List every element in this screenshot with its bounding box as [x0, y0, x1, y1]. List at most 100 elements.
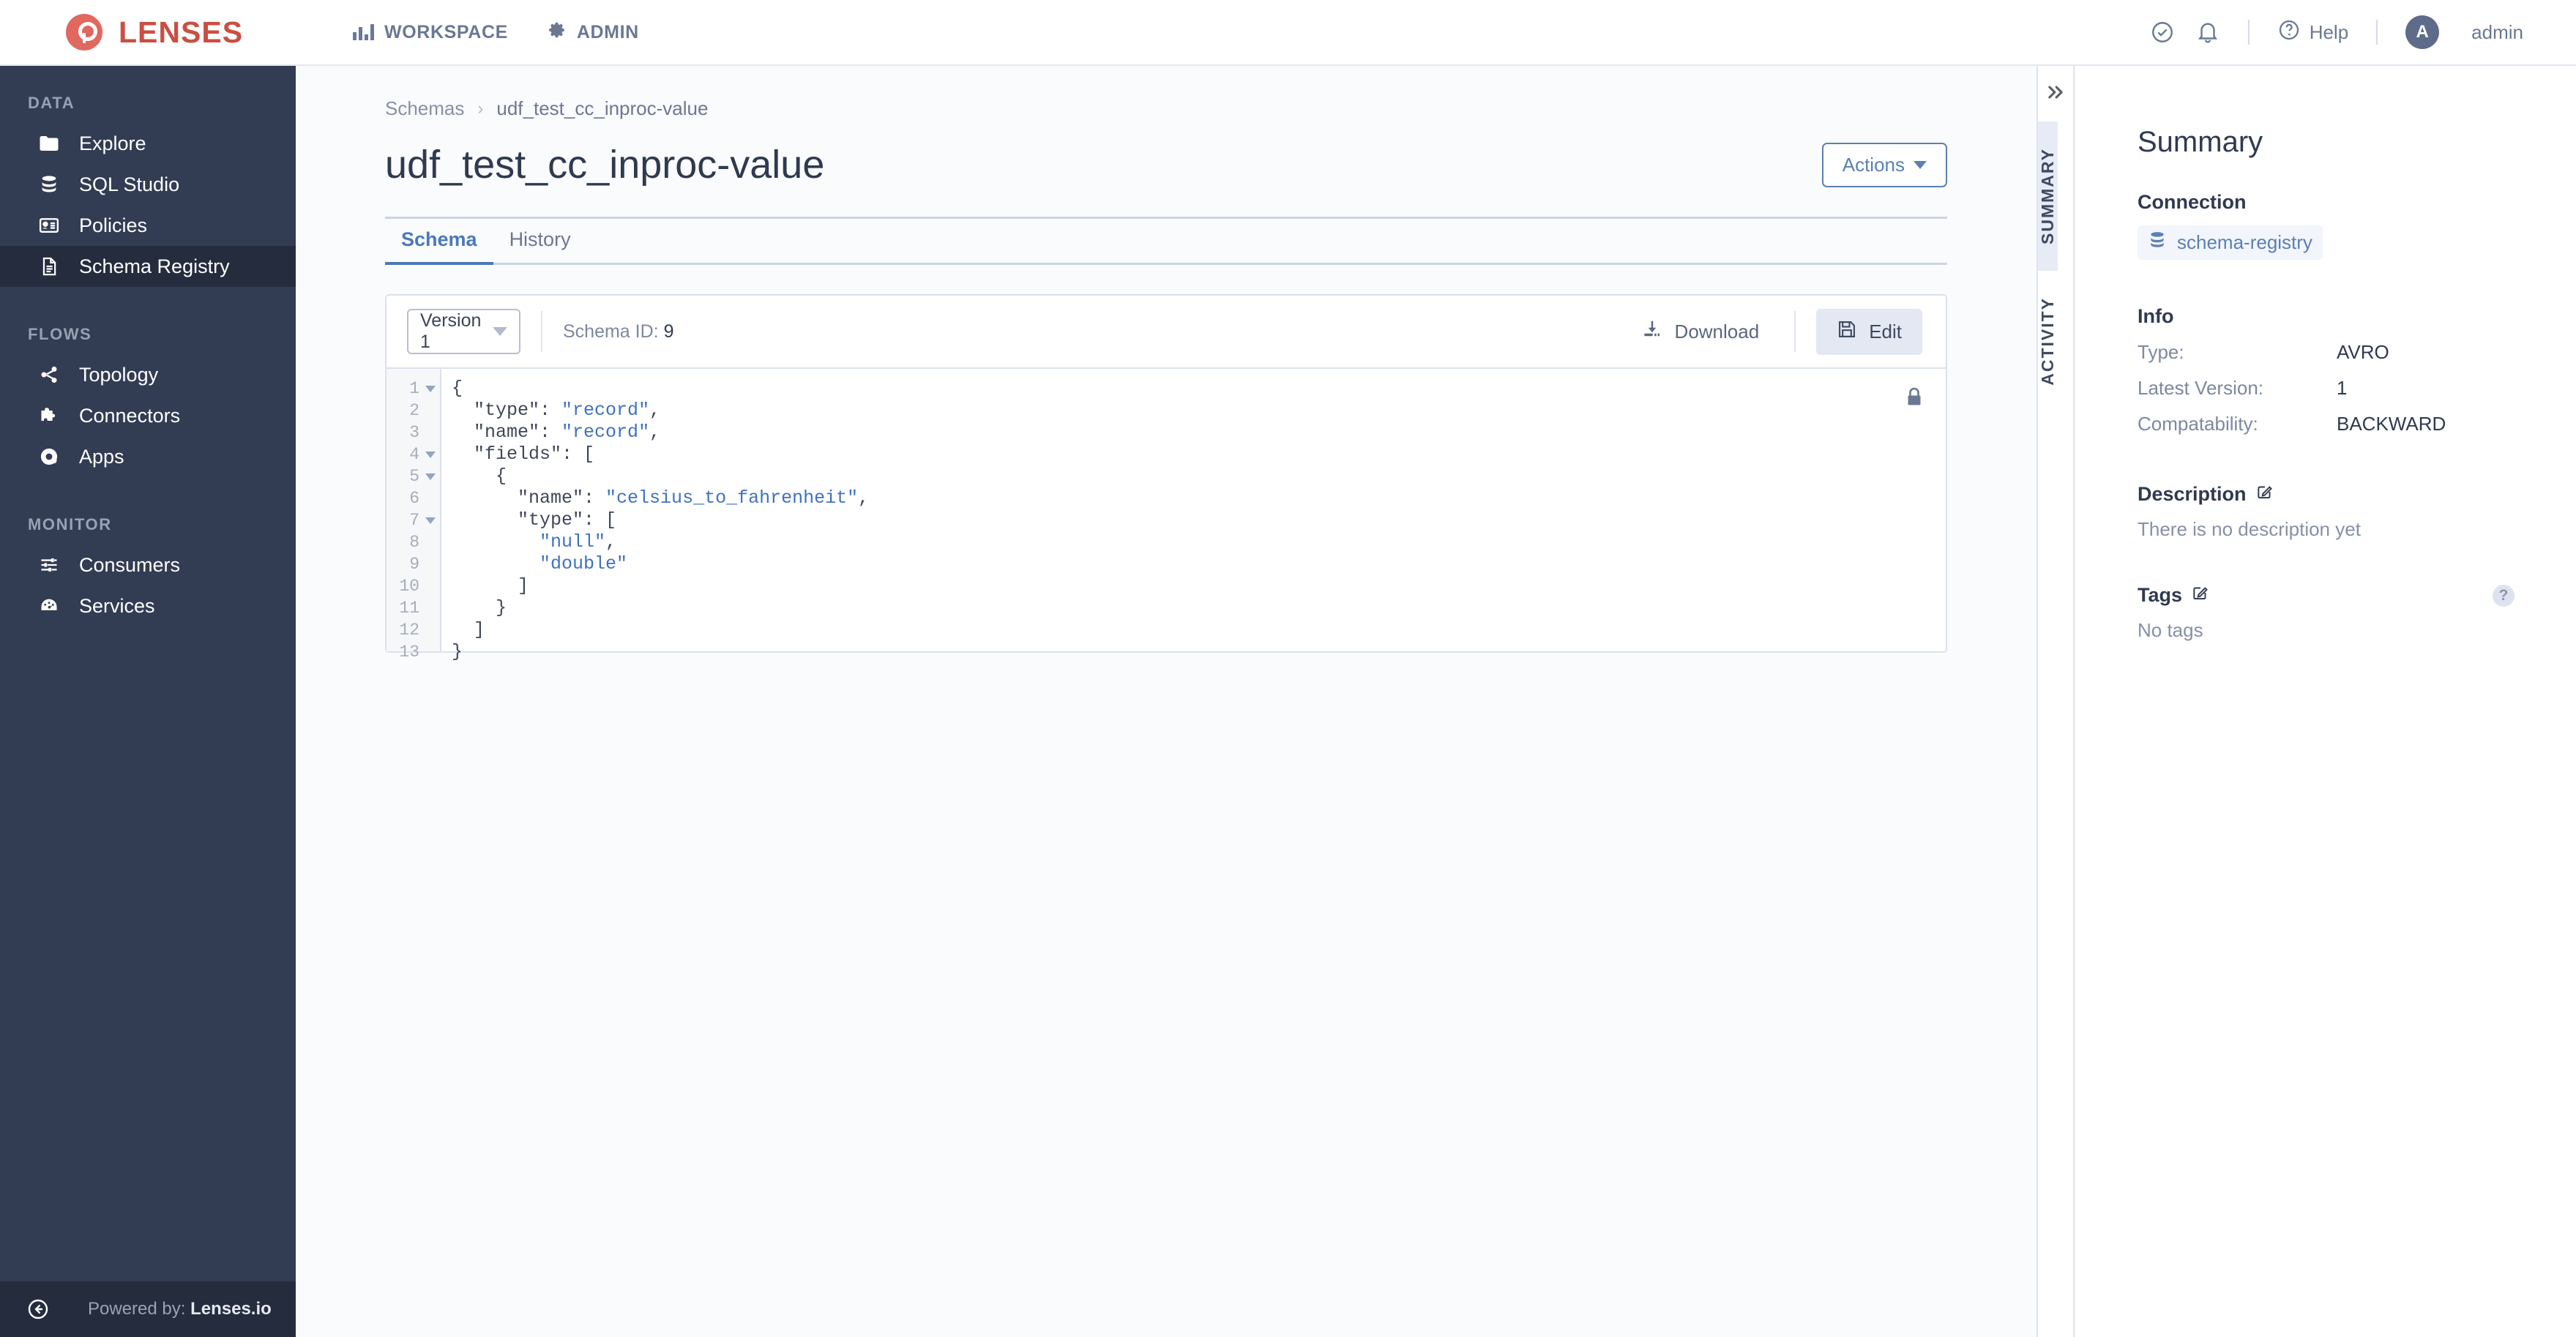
editor-line: "name": "celsius_to_fahrenheit", — [518, 487, 870, 509]
avatar[interactable]: A — [2405, 15, 2440, 49]
sidebar-group-flows: FLOWS — [28, 325, 92, 343]
editor-line-number: 12 — [387, 619, 440, 641]
divider — [1794, 311, 1796, 352]
sidebar-item-policies[interactable]: Policies — [0, 205, 296, 246]
top-nav-workspace-label: WORKSPACE — [384, 21, 508, 42]
collapse-panel-button[interactable] — [2038, 66, 2073, 121]
fold-toggle-icon[interactable] — [425, 451, 436, 458]
sidebar-item-topology[interactable]: Topology — [0, 354, 296, 395]
powered-by-label: Powered by: Lenses.io — [88, 1299, 272, 1319]
info-label: Compatability: — [2138, 413, 2258, 435]
connection-chip[interactable]: schema-registry — [2138, 225, 2323, 260]
sidebar-item-schema-registry[interactable]: Schema Registry — [0, 246, 296, 287]
check-circle-icon[interactable] — [2150, 20, 2175, 45]
sidebar-item-label: Consumers — [79, 553, 181, 576]
download-icon — [1641, 318, 1663, 345]
editor-code[interactable]: { "type": "record", "name": "record", "f… — [441, 369, 1946, 662]
editor-line: { — [452, 378, 463, 399]
schema-toolbar: Version 1 Schema ID: 9 Download Edit — [387, 296, 1946, 367]
editor-line-number: 2 — [387, 400, 440, 422]
chevron-down-icon — [1914, 160, 1927, 169]
share-nodes-icon — [37, 362, 61, 387]
download-label: Download — [1674, 320, 1760, 342]
editor-line: "type": [ — [518, 509, 617, 531]
tags-heading: Tags — [2138, 583, 2210, 607]
editor-line-number: 1 — [387, 378, 440, 400]
divider — [541, 311, 542, 352]
breadcrumb-schemas-link[interactable]: Schemas — [385, 97, 464, 120]
chart-bars-icon — [353, 24, 375, 40]
version-select[interactable]: Version 1 — [407, 309, 520, 354]
info-value: BACKWARD — [2337, 413, 2446, 435]
description-heading-label: Description — [2138, 483, 2247, 505]
schema-code-editor[interactable]: 1 2 3 4 5 6 7 8 9 10 11 12 13 { "type": "record", "n… — [387, 367, 1946, 662]
tab-schema[interactable]: Schema — [385, 218, 493, 265]
sidebar-item-services[interactable]: Services — [0, 585, 296, 626]
save-disk-icon — [1837, 319, 1857, 345]
tab-history[interactable]: History — [493, 218, 587, 263]
sidebar-item-apps[interactable]: Apps — [0, 436, 296, 477]
schema-id: Schema ID: 9 — [563, 321, 673, 342]
right-rail: SUMMARY ACTIVITY — [2036, 66, 2075, 1337]
id-card-icon — [37, 213, 61, 238]
gauge-icon — [37, 593, 61, 618]
editor-line: "fields": [ — [474, 443, 595, 465]
back-arrow-circle-icon[interactable] — [26, 1297, 50, 1321]
editor-line: } — [452, 597, 507, 618]
tags-heading-row: Tags ? — [2138, 583, 2576, 607]
sidebar-item-label: Explore — [79, 132, 146, 154]
info-label: Type: — [2138, 341, 2184, 363]
actions-button-label: Actions — [1842, 153, 1905, 176]
editor-line: "name": "record", — [474, 422, 661, 443]
sidebar-item-label: Topology — [79, 363, 159, 386]
fold-toggle-icon[interactable] — [425, 517, 436, 524]
fold-toggle-icon[interactable] — [425, 473, 436, 480]
help-button[interactable]: Help — [2277, 18, 2348, 47]
sidebar-item-explore[interactable]: Explore — [0, 123, 296, 164]
version-select-value: Version 1 — [420, 310, 482, 352]
connection-heading: Connection — [2138, 191, 2247, 213]
fold-toggle-icon[interactable] — [425, 385, 436, 392]
puzzle-icon — [37, 403, 61, 428]
editor-line: "type": "record", — [474, 400, 661, 421]
info-value: 1 — [2337, 377, 2348, 399]
edit-pencil-icon[interactable] — [2255, 482, 2274, 506]
tags-help-icon[interactable]: ? — [2493, 584, 2515, 607]
info-row-latest-version: Latest Version: 1 — [2138, 377, 2576, 400]
top-navigation-bar: LENSES WORKSPACE ADMIN Help A admin — [0, 0, 2576, 66]
username-label[interactable]: admin — [2471, 21, 2523, 44]
top-nav-admin[interactable]: ADMIN — [548, 20, 639, 45]
bell-icon[interactable] — [2195, 20, 2220, 45]
editor-line: ] — [452, 575, 529, 596]
tags-heading-label: Tags — [2138, 584, 2183, 606]
content-tabs: Schema History — [385, 217, 1947, 265]
lock-icon — [1903, 385, 1925, 413]
document-icon — [37, 254, 61, 279]
sidebar-item-consumers[interactable]: Consumers — [0, 544, 296, 585]
rail-tab-activity[interactable]: ACTIVITY — [2038, 271, 2058, 412]
tags-empty-text: No tags — [2138, 619, 2203, 641]
sidebar-item-label: Schema Registry — [79, 255, 230, 277]
question-circle-icon — [2277, 18, 2301, 47]
sidebar-item-sql-studio[interactable]: SQL Studio — [0, 164, 296, 205]
editor-line-number: 3 — [387, 422, 440, 443]
download-button[interactable]: Download — [1627, 310, 1774, 354]
editor-line: "double" — [540, 553, 628, 574]
edit-button[interactable]: Edit — [1816, 308, 1922, 355]
sidebar-item-label: Apps — [79, 445, 124, 468]
chevron-double-right-icon — [2045, 82, 2066, 106]
actions-button[interactable]: Actions — [1821, 142, 1947, 187]
editor-line-number: 4 — [387, 443, 440, 465]
rail-tab-summary[interactable]: SUMMARY — [2038, 121, 2058, 271]
brand-logo[interactable]: LENSES — [66, 14, 243, 50]
sidebar-item-connectors[interactable]: Connectors — [0, 395, 296, 436]
breadcrumb: Schemas › udf_test_cc_inproc-value — [385, 97, 2036, 120]
edit-pencil-icon[interactable] — [2191, 583, 2210, 607]
top-nav-workspace[interactable]: WORKSPACE — [353, 22, 508, 43]
info-value: AVRO — [2337, 341, 2389, 363]
help-label: Help — [2309, 20, 2349, 43]
